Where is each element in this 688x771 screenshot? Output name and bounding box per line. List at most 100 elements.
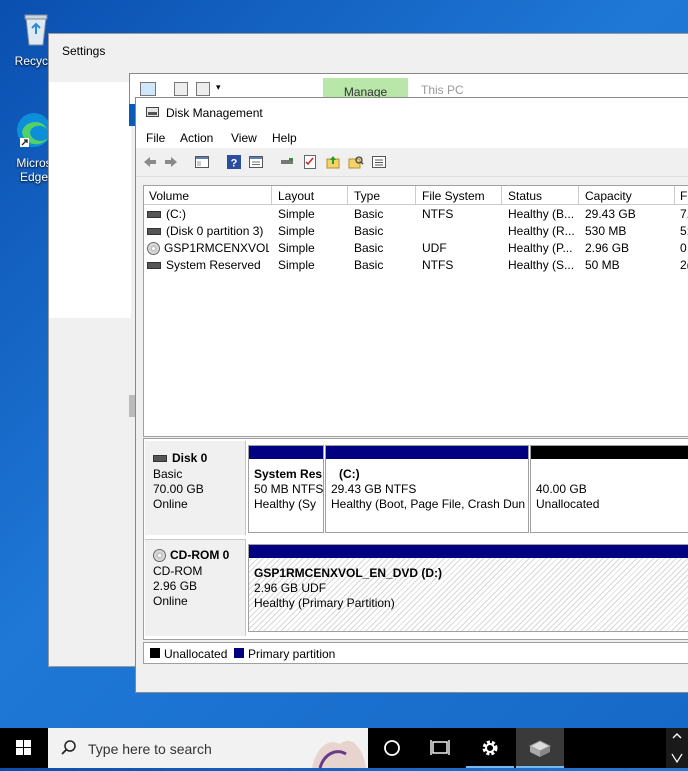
cdrom-0-size: 2.96 GB: [153, 579, 198, 593]
partition-unallocated[interactable]: 40.00 GB Unallocated: [530, 445, 688, 533]
windows-logo-icon: [16, 740, 31, 755]
legend-primary-label: Primary partition: [248, 647, 336, 661]
menu-file[interactable]: File: [146, 131, 165, 145]
properties-icon[interactable]: [174, 82, 188, 96]
explorer-location-title: This PC: [421, 83, 464, 97]
partition-c[interactable]: (C:) 29.43 GB NTFS Healthy (Boot, Page F…: [325, 445, 529, 533]
search-folder-icon[interactable]: [348, 154, 364, 170]
partition-label: System Res: [254, 467, 323, 481]
col-layout[interactable]: Layout: [278, 189, 314, 203]
new-folder-icon[interactable]: [196, 82, 210, 96]
layout-cell: Simple: [278, 207, 315, 221]
partition-dvd-d[interactable]: GSP1RMCENXVOL_EN_DVD (D:) 2.96 GB UDF He…: [248, 544, 688, 632]
disk-management-app-icon: [146, 107, 159, 117]
volume-name-cell: (Disk 0 partition 3): [147, 224, 269, 238]
cortana-circle-icon: [384, 740, 400, 756]
back-arrow-icon[interactable]: [142, 154, 158, 170]
disk-name: Disk 0: [172, 451, 208, 465]
col-capacity[interactable]: Capacity: [585, 189, 632, 203]
partition-status: Unallocated: [536, 497, 600, 511]
partition-size: 29.43 GB NTFS: [331, 482, 417, 496]
disk-0-size: 70.00 GB: [153, 482, 204, 496]
partition-label: (C:): [339, 467, 360, 481]
table-row[interactable]: System Reserved Simple Basic NTFS Health…: [144, 256, 688, 273]
fs-cell: UDF: [422, 241, 447, 255]
status-cell: Healthy (S...: [508, 258, 575, 272]
partition-status: Healthy (Primary Partition): [254, 596, 395, 610]
list-view-icon[interactable]: [371, 154, 387, 170]
up-folder-icon[interactable]: [325, 154, 341, 170]
properties-pane-icon[interactable]: [248, 154, 264, 170]
type-cell: Basic: [354, 224, 384, 238]
status-cell: Healthy (P...: [508, 241, 573, 255]
dm-titlebar[interactable]: Disk Management: [136, 98, 688, 128]
task-view-button[interactable]: [416, 728, 464, 768]
search-highlight-illustration: [312, 740, 366, 768]
free-cell: 7.: [680, 207, 688, 221]
volume-list[interactable]: Volume Layout Type File System Status Ca…: [143, 185, 688, 437]
legend-primary-swatch: [234, 648, 244, 658]
table-row[interactable]: (Disk 0 partition 3) Simple Basic Health…: [144, 222, 688, 239]
free-cell: 0: [680, 241, 687, 255]
layout-cell: Simple: [278, 224, 315, 238]
volume-name: GSP1RMCENXVOL...: [164, 241, 269, 255]
settings-sidebar: [49, 82, 131, 318]
disk-0-heading: Disk 0: [153, 451, 207, 465]
col-volume[interactable]: Volume: [149, 189, 189, 203]
cd-icon: [153, 549, 166, 563]
disk-0-label[interactable]: Disk 0 Basic 70.00 GB Online: [145, 441, 246, 535]
taskbar: Type here to search: [0, 728, 688, 768]
partition-type-bar: [326, 446, 528, 459]
system-tray-overflow[interactable]: [666, 728, 688, 768]
menu-help[interactable]: Help: [272, 131, 297, 145]
gear-icon: [482, 740, 498, 756]
table-row[interactable]: (C:) Simple Basic NTFS Healthy (B... 29.…: [144, 205, 688, 222]
svg-text:?: ?: [231, 158, 238, 170]
checklist-icon[interactable]: [302, 154, 318, 170]
col-free-space[interactable]: F: [680, 189, 687, 203]
partition-type-bar: [531, 446, 688, 459]
connect-icon[interactable]: [279, 154, 295, 170]
start-button[interactable]: [0, 728, 48, 768]
settings-taskbar-button[interactable]: [466, 728, 514, 768]
disk-management-taskbar-button[interactable]: [516, 728, 564, 768]
layout-cell: Simple: [278, 241, 315, 255]
search-icon: [61, 740, 76, 755]
show-hide-pane-icon[interactable]: [194, 154, 210, 170]
volume-name-cell: System Reserved: [147, 258, 269, 272]
partition-label: GSP1RMCENXVOL_EN_DVD (D:): [254, 566, 443, 580]
quick-access-dropdown-icon[interactable]: ▾: [216, 82, 221, 93]
partition-system-reserved[interactable]: System Res 50 MB NTFS Healthy (Sy: [248, 445, 324, 533]
dm-title: Disk Management: [166, 106, 263, 120]
menu-view[interactable]: View: [231, 131, 257, 145]
task-view-cortana-button[interactable]: [368, 728, 416, 768]
disk-management-window[interactable]: Disk Management File Action View Help ? …: [135, 97, 688, 693]
legend-unallocated-label: Unallocated: [164, 647, 228, 661]
forward-arrow-icon[interactable]: [163, 154, 179, 170]
computer-icon: [140, 82, 156, 96]
dm-toolbar: ?: [136, 148, 688, 177]
disk-name: CD-ROM 0: [170, 548, 230, 562]
menu-action[interactable]: Action: [180, 131, 213, 145]
cdrom-0-heading: CD-ROM 0: [153, 548, 230, 563]
status-cell: Healthy (R...: [508, 224, 575, 238]
capacity-cell: 50 MB: [585, 258, 620, 272]
col-file-system[interactable]: File System: [422, 189, 485, 203]
partition-type-bar: [249, 446, 323, 459]
table-row[interactable]: GSP1RMCENXVOL... Simple Basic UDF Health…: [144, 239, 688, 256]
task-view-icon: [430, 740, 450, 755]
fs-cell: NTFS: [422, 207, 454, 221]
cd-icon: [147, 242, 160, 256]
chevron-up-icon: [671, 733, 683, 764]
partition-size: 2.96 GB UDF: [254, 581, 327, 595]
taskbar-search-box[interactable]: Type here to search: [48, 728, 368, 768]
help-icon[interactable]: ?: [226, 154, 242, 170]
col-status[interactable]: Status: [508, 189, 542, 203]
search-placeholder: Type here to search: [88, 741, 212, 757]
drive-icon: [147, 228, 161, 236]
cdrom-0-label[interactable]: CD-ROM 0 CD-ROM 2.96 GB Online: [145, 539, 246, 636]
disk-0-kind: Basic: [153, 467, 183, 481]
col-type[interactable]: Type: [354, 189, 380, 203]
disk-0-state: Online: [153, 497, 188, 511]
free-cell: 2(: [680, 258, 688, 272]
